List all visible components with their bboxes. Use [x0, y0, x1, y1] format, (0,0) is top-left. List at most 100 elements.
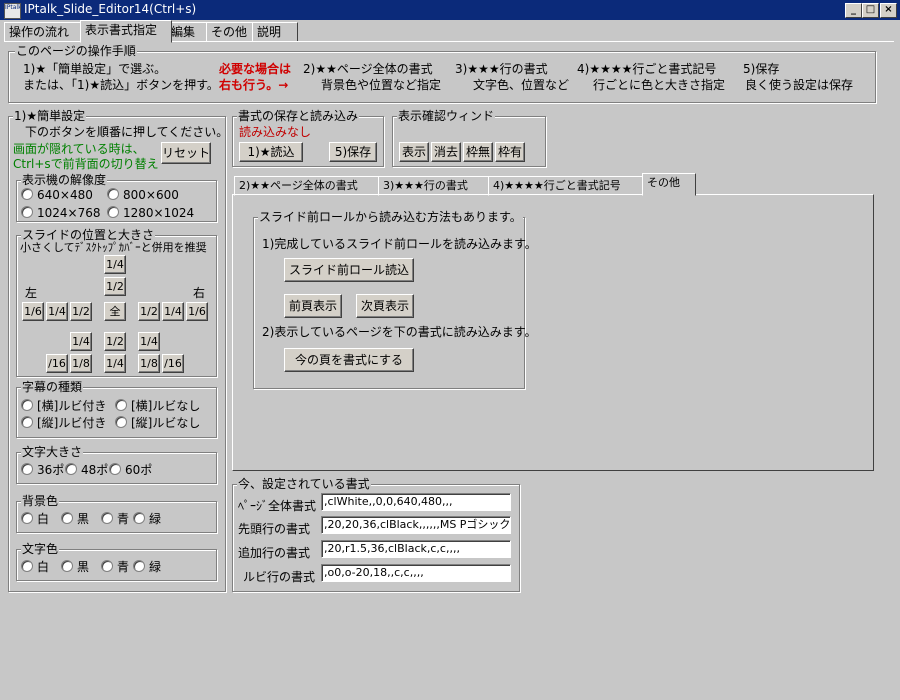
slide-roll-step2: 2)表示しているページを下の書式に読み込みます。 — [262, 325, 537, 339]
maximize-button[interactable]: □ — [862, 3, 879, 18]
erase-button[interactable]: 消去 — [431, 142, 461, 162]
load-button[interactable]: 1)★読込 — [239, 142, 303, 162]
step3-desc: 文字色、位置など — [473, 78, 570, 92]
pos-sixteenth-left-button[interactable]: /16 — [46, 354, 68, 373]
radio-bg-blue[interactable]: 青 — [101, 512, 129, 526]
radio-text-white[interactable]: 白 — [21, 560, 49, 574]
tab-other[interactable]: その他 — [206, 22, 256, 42]
subtab-line-symbols[interactable]: 4)★★★★行ごと書式記号 — [488, 176, 648, 196]
extra-line-format-field[interactable]: ,20,r1.5,36,clBlack,c,c,,,, — [321, 540, 511, 558]
radio-horizontal-ruby[interactable]: [横]ルビ付き — [21, 399, 106, 413]
no-frame-button[interactable]: 枠無 — [463, 142, 493, 162]
radio-horizontal-noruby[interactable]: [横]ルビなし — [115, 399, 200, 413]
radio-48pt[interactable]: 48ポ — [65, 463, 108, 477]
pos-right-quarter-button[interactable]: 1/4 — [162, 302, 184, 321]
steps-group: このページの操作手順 1)★「簡単設定」で選ぶ。 または、「1)★読込」ボタンを… — [8, 44, 876, 103]
left-label: 左 — [25, 286, 38, 300]
radio-circle — [21, 399, 33, 411]
radio-circle — [65, 463, 77, 475]
pos-right-half-button[interactable]: 1/2 — [138, 302, 160, 321]
tab-flow[interactable]: 操作の流れ — [4, 22, 82, 42]
pos-top-half-button[interactable]: 1/2 — [104, 277, 126, 296]
easy-hint: 下のボタンを順番に押してください。 — [25, 125, 229, 139]
load-status: 読み込みなし — [239, 125, 312, 139]
radio-vertical-noruby[interactable]: [縦]ルビなし — [115, 416, 200, 430]
pos-eighth-left-button[interactable]: 1/8 — [70, 354, 92, 373]
pos-left-quarter-button[interactable]: 1/4 — [46, 302, 68, 321]
pos-bottom-left-quarter-button[interactable]: 1/4 — [70, 332, 92, 351]
radio-text-green[interactable]: 緑 — [133, 560, 161, 574]
radio-bg-black[interactable]: 黒 — [61, 512, 89, 526]
load-slide-roll-button[interactable]: スライド前ロール読込 — [284, 258, 414, 282]
close-button[interactable]: × — [880, 3, 897, 18]
subtab-line-format[interactable]: 3)★★★行の書式 — [378, 176, 490, 196]
slide-roll-step1: 1)完成しているスライド前ロールを読み込みます。 — [262, 237, 537, 251]
subtab-other[interactable]: その他 — [642, 173, 696, 196]
radio-800x600[interactable]: 800×600 — [107, 188, 179, 202]
radio-vertical-ruby[interactable]: [縦]ルビ付き — [21, 416, 106, 430]
font-size-title: 文字大きさ — [21, 445, 84, 459]
current-format-group: 今、設定されている書式 ﾍﾟｰｼﾞ全体書式 ,clWhite,,0,0,640,… — [232, 477, 520, 592]
apply-page-format-button[interactable]: 今の頁を書式にする — [284, 348, 414, 372]
tab-help[interactable]: 説明 — [252, 22, 298, 42]
show-button[interactable]: 表示 — [399, 142, 429, 162]
pos-eighth-right-button[interactable]: 1/8 — [138, 354, 160, 373]
step1-line2: または、「1)★読込」ボタンを押す。 — [23, 78, 219, 92]
step2-title: 2)★★ページ全体の書式 — [303, 62, 433, 76]
radio-1280x1024[interactable]: 1280×1024 — [107, 206, 194, 220]
bg-color-group: 背景色 白 黒 青 緑 — [16, 494, 217, 533]
ruby-line-format-label: ルビ行の書式 — [243, 570, 316, 584]
radio-bg-green[interactable]: 緑 — [133, 512, 161, 526]
save-load-group: 書式の保存と読み込み 読み込みなし 1)★読込 5)保存 — [232, 109, 384, 167]
pos-bottom-half-button[interactable]: 1/2 — [104, 332, 126, 351]
radio-circle — [61, 560, 73, 572]
first-line-format-label: 先頭行の書式 — [238, 522, 311, 536]
text-color-title: 文字色 — [21, 542, 60, 556]
radio-text-black[interactable]: 黒 — [61, 560, 89, 574]
radio-circle — [107, 188, 119, 200]
pos-top-quarter-button[interactable]: 1/4 — [104, 255, 126, 274]
prev-page-button[interactable]: 前頁表示 — [284, 294, 342, 318]
easy-settings-title: 1)★簡単設定 — [13, 109, 87, 123]
reset-button[interactable]: リセット — [161, 142, 211, 164]
pos-quarter-bottom-button[interactable]: 1/4 — [104, 354, 126, 373]
radio-text-blue[interactable]: 青 — [101, 560, 129, 574]
subtab-page-format[interactable]: 2)★★ページ全体の書式 — [234, 176, 382, 196]
tab-format[interactable]: 表示書式指定 — [80, 20, 172, 43]
radio-circle — [109, 463, 121, 475]
radio-circle — [107, 206, 119, 218]
pos-left-sixth-button[interactable]: 1/6 — [22, 302, 44, 321]
pos-full-button[interactable]: 全 — [104, 302, 126, 321]
radio-circle — [115, 416, 127, 428]
right-label: 右 — [193, 286, 206, 300]
page-format-field[interactable]: ,clWhite,,0,0,640,480,,, — [321, 493, 511, 511]
step5-desc: 良く使う設定は保存 — [745, 78, 854, 92]
pos-right-sixth-button[interactable]: 1/6 — [186, 302, 208, 321]
save-load-title: 書式の保存と読み込み — [237, 109, 360, 123]
frame-button[interactable]: 枠有 — [495, 142, 525, 162]
radio-640x480[interactable]: 640×480 — [21, 188, 93, 202]
minimize-button[interactable]: _ — [845, 3, 862, 18]
other-tab-panel: スライド前ロールから読み込む方法もあります。 1)完成しているスライド前ロールを… — [232, 194, 874, 471]
radio-circle — [21, 560, 33, 572]
ruby-line-format-field[interactable]: ,o0,o-20,18,,c,c,,,, — [321, 564, 511, 582]
step4-desc: 行ごとに色と大きさ指定 — [593, 78, 726, 92]
pos-bottom-right-quarter-button[interactable]: 1/4 — [138, 332, 160, 351]
next-page-button[interactable]: 次頁表示 — [356, 294, 414, 318]
save-button[interactable]: 5)保存 — [329, 142, 377, 162]
radio-1024x768[interactable]: 1024×768 — [21, 206, 101, 220]
pos-left-half-button[interactable]: 1/2 — [70, 302, 92, 321]
first-line-format-field[interactable]: ,20,20,36,clBlack,,,,,,MS Pゴシック — [321, 516, 511, 534]
slide-position-group: スライドの位置と大きさ 小さくしてﾃﾞｽｸﾄｯﾌﾟｶﾊﾞｰと併用を推奨 1/4 … — [16, 228, 217, 377]
pos-sixteenth-right-button[interactable]: /16 — [162, 354, 184, 373]
step2-desc: 背景色や位置など指定 — [321, 78, 442, 92]
extra-line-format-label: 追加行の書式 — [238, 546, 311, 560]
preview-window-title: 表示確認ウィンド — [397, 109, 496, 123]
radio-circle — [21, 463, 33, 475]
tab-edit[interactable]: 編集 — [166, 22, 210, 42]
radio-36pt[interactable]: 36ポ — [21, 463, 64, 477]
radio-bg-white[interactable]: 白 — [21, 512, 49, 526]
radio-60pt[interactable]: 60ポ — [109, 463, 152, 477]
title-bar: IPtalk IPtalk_Slide_Editor14(Ctrl+s) _ □… — [0, 0, 900, 20]
required-note-2: 右も行う。→ — [219, 78, 289, 92]
